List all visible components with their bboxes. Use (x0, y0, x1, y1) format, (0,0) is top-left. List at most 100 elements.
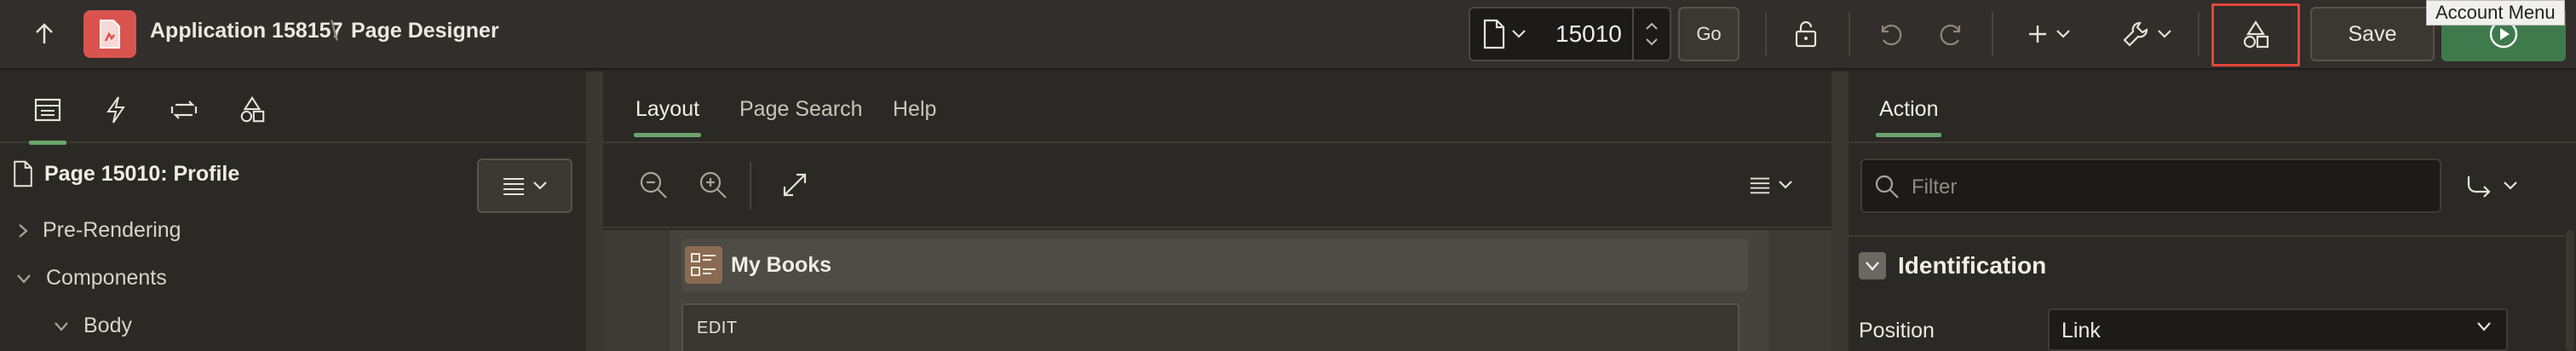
collapse-icon[interactable] (1859, 252, 1886, 279)
tree-node-label: Body (83, 314, 132, 337)
app-icon[interactable] (83, 10, 136, 58)
left-splitter[interactable] (586, 72, 603, 351)
toolbar-divider (1992, 12, 1993, 56)
page-number-input[interactable]: 15010 (1555, 20, 1622, 48)
page-selector[interactable] (1482, 19, 1527, 49)
dynamic-actions-icon (106, 96, 125, 124)
property-scrollbar[interactable] (2566, 230, 2574, 351)
chevron-down-icon (1512, 30, 1526, 38)
left-panel-tabs (0, 72, 588, 145)
chevron-down-icon (55, 321, 68, 331)
layout-toolbar (603, 145, 1831, 228)
tree-node-components[interactable]: Components (15, 266, 167, 291)
page-icon (14, 160, 32, 187)
go-button[interactable]: Go (1678, 7, 1739, 61)
region-icon (685, 246, 722, 284)
plus-icon (2029, 26, 2046, 43)
chevron-right-icon (19, 223, 28, 238)
position-label: Position (1859, 319, 1935, 342)
tab-help[interactable]: Help (893, 97, 936, 122)
page-icon (1483, 19, 1505, 49)
shared-components-icon (240, 95, 265, 123)
lock-button[interactable] (1784, 9, 1828, 60)
tree-page-node[interactable]: Page 15010: Profile (12, 160, 239, 187)
chevron-down-icon (2477, 322, 2491, 331)
breadcrumb-application[interactable]: Application 158157 (150, 19, 342, 43)
page-title: Page Designer (351, 19, 499, 43)
layout-canvas[interactable]: My Books EDIT (603, 230, 1831, 351)
filter-input[interactable]: Filter (1860, 158, 2441, 213)
tab-rendering[interactable] (22, 89, 73, 145)
up-button[interactable] (26, 17, 63, 51)
chevron-down-icon (2504, 181, 2517, 190)
section-title: Identification (1898, 252, 2047, 279)
go-to-group-button[interactable] (2436, 158, 2547, 213)
go-to-icon (2467, 176, 2491, 198)
page-number-stepper[interactable] (1632, 9, 1670, 60)
tree-node-pre-rendering[interactable]: Pre-Rendering (17, 218, 181, 243)
chevron-down-icon (1779, 181, 1792, 189)
page-number-picker[interactable]: 15010 (1469, 7, 1671, 61)
chevron-down-icon (2158, 30, 2171, 38)
toolbar-divider (1765, 12, 1767, 56)
expand-button[interactable] (773, 164, 816, 206)
chevron-down-icon (533, 181, 547, 190)
tab-shared-components[interactable] (227, 89, 278, 131)
chevron-down-icon (17, 273, 31, 284)
property-editor-panel: Action Filter Identification Position Li… (1849, 72, 2576, 351)
layout-panel: Layout Page Search Help My Books EDIT (603, 72, 1831, 351)
save-button[interactable]: Save (2310, 7, 2435, 61)
utilities-button[interactable] (2113, 9, 2181, 60)
right-splitter[interactable] (1831, 72, 1849, 351)
region-my-books[interactable]: My Books (681, 239, 1748, 291)
edit-button-label: EDIT (697, 319, 738, 337)
redo-button[interactable] (1929, 9, 1976, 60)
filter-placeholder: Filter (1912, 176, 1958, 199)
tab-layout[interactable]: Layout (633, 97, 702, 137)
expand-icon (783, 173, 807, 197)
zoom-in-button[interactable] (692, 164, 734, 206)
right-panel-tabs: Action (1849, 72, 2576, 143)
menu-icon (1750, 177, 1770, 194)
tree-menu-button[interactable] (477, 158, 572, 213)
tab-dynamic-actions[interactable] (90, 89, 141, 131)
position-select[interactable]: Link (2048, 308, 2508, 351)
rendering-icon (34, 98, 61, 122)
up-arrow-icon (36, 23, 53, 43)
chevron-up-icon[interactable] (1645, 22, 1659, 31)
tree-node-body[interactable]: Body (53, 314, 132, 338)
chevron-down-icon (2056, 30, 2070, 38)
create-button[interactable] (2019, 9, 2079, 60)
app-header: Application 158157 \ Page Designer 15010… (0, 0, 2576, 70)
redo-icon (1940, 24, 1961, 46)
rendering-tree-panel: Page 15010: Profile Pre-Rendering Compon… (0, 72, 588, 351)
layout-menu-button[interactable] (1741, 164, 1801, 206)
region-title: My Books (731, 252, 832, 277)
chevron-down-icon[interactable] (1645, 37, 1659, 46)
zoom-out-button[interactable] (632, 164, 675, 206)
center-panel-tabs: Layout Page Search Help (603, 72, 1831, 143)
position-value: Link (2061, 319, 2101, 342)
tab-action[interactable]: Action (1875, 97, 1943, 137)
undo-icon (1881, 24, 1902, 46)
shared-components-icon (2243, 20, 2269, 49)
search-icon (1875, 175, 1899, 199)
toolbar-divider (750, 162, 751, 210)
tree-page-title: Page 15010: Profile (44, 161, 240, 186)
tree-node-label: Components (46, 266, 167, 290)
menu-icon (503, 178, 524, 195)
lock-icon (1795, 20, 1817, 48)
undo-button[interactable] (1866, 9, 1913, 60)
edit-button-slot[interactable]: EDIT (681, 303, 1739, 351)
breadcrumb-separator: \ (331, 15, 338, 46)
section-identification[interactable]: Identification (1849, 235, 2564, 295)
tab-processing[interactable] (158, 89, 210, 131)
toolbar-divider (2198, 12, 2199, 56)
toolbar-divider (1849, 12, 1850, 56)
layout-body-region: My Books EDIT (670, 230, 1768, 351)
wrench-icon (2123, 21, 2148, 47)
tab-page-search[interactable]: Page Search (739, 97, 863, 122)
processing-icon (170, 101, 198, 119)
shared-components-button[interactable] (2211, 3, 2300, 66)
zoom-in-icon (699, 171, 727, 199)
